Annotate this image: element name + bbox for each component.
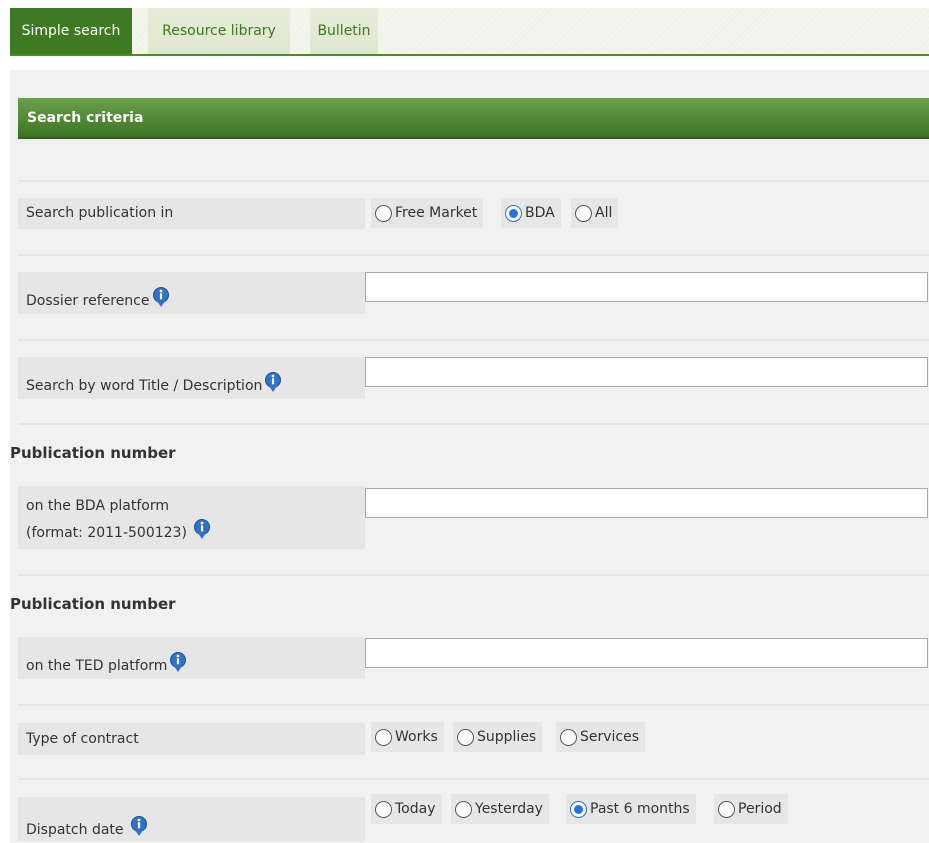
search-by-word-label: Search by word Title / Description: [18, 357, 365, 399]
dossier-reference-label: Dossier reference: [18, 272, 365, 314]
radio-option-today[interactable]: Today: [371, 794, 442, 824]
ted-publication-label: on the TED platform: [18, 637, 365, 679]
radio-option-works[interactable]: Works: [371, 722, 444, 752]
dossier-reference-text: Dossier reference: [26, 293, 150, 309]
divider: [18, 778, 929, 780]
search-panel: Search criteria Search publication in Fr…: [10, 70, 929, 843]
radio-today[interactable]: [375, 800, 392, 818]
divider: [18, 423, 929, 425]
bda-label-line2: (format: 2011-500123): [26, 525, 187, 541]
info-icon[interactable]: [168, 651, 188, 673]
radio-period[interactable]: [718, 800, 735, 818]
info-icon[interactable]: [151, 286, 171, 308]
bda-publication-label: on the BDA platform (format: 2011-500123…: [18, 486, 365, 549]
dispatch-date-text: Dispatch date: [26, 822, 124, 838]
bda-label-line1: on the BDA platform: [26, 498, 169, 514]
radio-label-works: Works: [395, 729, 438, 745]
contract-type-label: Type of contract: [18, 723, 365, 755]
radio-option-past-6-months[interactable]: Past 6 months: [566, 794, 696, 824]
section-title-bda-publication: Publication number: [10, 444, 176, 462]
tab-simple-search[interactable]: Simple search: [10, 8, 132, 54]
radio-option-period[interactable]: Period: [714, 794, 788, 824]
divider: [18, 339, 929, 341]
dossier-reference-input[interactable]: [365, 272, 928, 302]
radio-label-yesterday: Yesterday: [475, 801, 543, 817]
radio-past-6-months[interactable]: [570, 800, 587, 818]
bda-publication-input[interactable]: [365, 488, 928, 518]
info-icon[interactable]: [129, 815, 149, 837]
ted-publication-input[interactable]: [365, 638, 928, 668]
section-title-ted-publication: Publication number: [10, 595, 176, 613]
radio-bda[interactable]: [505, 204, 522, 222]
info-icon[interactable]: [263, 371, 283, 393]
ted-publication-text: on the TED platform: [26, 658, 168, 674]
radio-option-supplies[interactable]: Supplies: [453, 722, 543, 752]
info-icon[interactable]: [192, 518, 212, 540]
radio-label-all: All: [595, 205, 613, 221]
tab-resource-library[interactable]: Resource library: [148, 8, 290, 54]
radio-label-past-6-months: Past 6 months: [590, 801, 690, 817]
panel-header: Search criteria: [18, 98, 929, 139]
radio-label-bda: BDA: [525, 205, 555, 221]
publication-in-label: Search publication in: [18, 198, 365, 229]
radio-yesterday[interactable]: [455, 800, 472, 818]
divider: [18, 704, 929, 706]
radio-option-bda[interactable]: BDA: [501, 198, 561, 228]
divider: [18, 180, 929, 182]
radio-label-free-market: Free Market: [395, 205, 478, 221]
radio-label-supplies: Supplies: [477, 729, 537, 745]
tab-bulletin[interactable]: Bulletin: [310, 8, 378, 54]
radio-all[interactable]: [575, 204, 592, 222]
radio-label-period: Period: [738, 801, 782, 817]
radio-option-free-market[interactable]: Free Market: [371, 198, 484, 228]
search-by-word-text: Search by word Title / Description: [26, 378, 263, 394]
radio-free-market[interactable]: [375, 204, 392, 222]
tab-bar: Simple search Resource library Bulletin: [10, 8, 929, 56]
radio-option-all[interactable]: All: [571, 198, 619, 228]
divider: [18, 254, 929, 256]
dispatch-date-label: Dispatch date: [18, 797, 365, 841]
radio-works[interactable]: [375, 728, 392, 746]
radio-label-today: Today: [395, 801, 436, 817]
radio-option-services[interactable]: Services: [556, 722, 646, 752]
radio-services[interactable]: [560, 728, 577, 746]
divider: [18, 574, 929, 576]
radio-supplies[interactable]: [457, 728, 474, 746]
radio-option-yesterday[interactable]: Yesterday: [451, 794, 549, 824]
radio-label-services: Services: [580, 729, 640, 745]
search-by-word-input[interactable]: [365, 357, 928, 387]
